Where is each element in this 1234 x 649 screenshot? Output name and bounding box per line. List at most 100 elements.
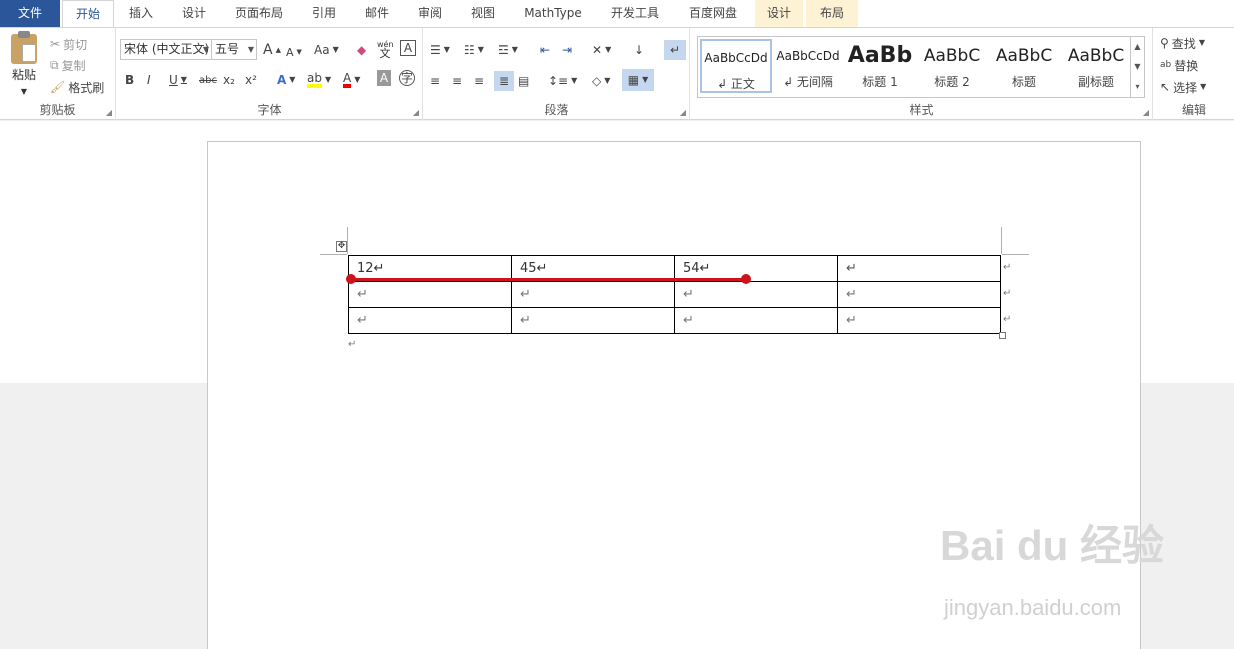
change-case-button[interactable]: Aa ▼ [314,40,339,60]
styles-gallery-scroll[interactable]: ▲ ▼ ▾ [1130,37,1144,97]
table-move-handle-icon[interactable]: ✥ [336,241,347,252]
numbering-button[interactable]: ☷ ▼ [464,40,484,60]
table-resize-handle[interactable] [999,332,1006,339]
chinese-layout-button[interactable]: ✕ ▼ [592,40,611,60]
style-no-spacing[interactable]: AaBbCcDd ↲ 无间隔 [772,39,844,93]
dialog-launcher-icon[interactable]: ◢ [1143,108,1149,117]
more-styles-icon[interactable]: ▾ [1131,77,1144,97]
text-effects-button[interactable]: A ▼ [277,70,295,90]
font-size-combo[interactable]: 五号 ▼ [211,39,257,60]
strikethrough-button[interactable]: abc [199,70,217,90]
scissors-icon: ✂ [50,37,61,51]
clipboard-group: 粘贴 ▼ ✂ 剪切 ⧉ 复制 🖌 格式刷 剪贴板 ◢ [0,28,116,120]
chinese-layout-icon: ✕ [592,43,603,57]
paste-button[interactable]: 粘贴 ▼ [8,31,40,96]
dialog-launcher-icon[interactable]: ◢ [413,108,419,117]
table-cell[interactable]: ↵ [348,307,512,334]
replace-button[interactable]: ab 替换 [1160,55,1198,75]
table-cell[interactable]: ↵ [837,307,1001,334]
tab-table-design[interactable]: 设计 [755,0,803,27]
end-of-row-mark: ↵ [1003,262,1012,273]
shading-button[interactable]: ◇ ▼ [592,71,610,91]
font-group: 宋体 (中文正文) ▼ 五号 ▼ A ▲ A ▼ Aa ▼ ◆ wén 文 A B I U… [117,28,423,120]
style-title[interactable]: AaBbC 标题 [988,39,1060,93]
clear-format-button[interactable]: ◆ [357,40,366,60]
find-button[interactable]: ⚲ 查找 ▼ [1160,33,1205,53]
tab-baidu-netdisk[interactable]: 百度网盘 [682,0,744,27]
distributed-button[interactable]: ▤ [518,71,529,91]
tab-home[interactable]: 开始 [62,0,114,28]
tab-references[interactable]: 引用 [306,0,342,27]
dialog-launcher-icon[interactable]: ◢ [680,108,686,117]
italic-button[interactable]: I [147,70,151,90]
tab-view[interactable]: 视图 [465,0,501,27]
highlight-button[interactable]: ab ▼ [307,70,331,90]
select-button[interactable]: ↖ 选择 ▼ [1160,77,1206,97]
grow-font-button[interactable]: A ▲ [263,40,281,60]
style-subtitle[interactable]: AaBbC 副标题 [1060,39,1132,93]
character-border-button[interactable]: A [400,40,416,56]
crop-mark [320,254,347,255]
superscript-button[interactable]: x² [245,70,257,90]
cut-button[interactable]: ✂ 剪切 [50,34,87,54]
table-cell[interactable]: ↵ [511,307,675,334]
tab-insert[interactable]: 插入 [124,0,158,27]
shrink-font-button[interactable]: A ▼ [286,42,302,62]
editing-group: ⚲ 查找 ▼ ab 替换 ↖ 选择 ▼ 编辑 [1154,28,1234,120]
justify-button[interactable]: ≣ [494,71,514,91]
show-marks-button[interactable]: ↵ [664,40,686,60]
style-heading-1[interactable]: AaBb 标题 1 [844,39,916,93]
font-color-icon: A [343,72,352,88]
decrease-indent-icon: ⇤ [540,43,551,57]
cursor-icon: ↖ [1160,80,1171,94]
format-painter-button[interactable]: 🖌 格式刷 [50,77,104,97]
underline-button[interactable]: U ▼ [169,70,187,90]
table-cell[interactable]: ↵ [837,281,1001,308]
line-spacing-button[interactable]: ↕≡ ▼ [548,71,577,91]
decrease-indent-button[interactable]: ⇤ [540,40,550,60]
align-left-icon: ≡ [430,74,441,88]
align-right-button[interactable]: ≡ [474,71,484,91]
borders-button[interactable]: ▦ ▼ [622,69,654,91]
brush-icon: 🖌 [50,80,66,94]
style-normal[interactable]: AaBbCcDd ↲ 正文 [700,39,772,93]
table-cell[interactable]: ↵ [348,281,512,308]
align-center-button[interactable]: ≡ [452,71,462,91]
bullets-button[interactable]: ☰ ▼ [430,40,450,60]
table-cell[interactable]: ↵ [511,281,675,308]
scroll-up-icon[interactable]: ▲ [1131,37,1144,57]
dialog-launcher-icon[interactable]: ◢ [106,108,112,117]
tab-developer[interactable]: 开发工具 [604,0,666,27]
chevron-down-icon: ▼ [477,45,484,54]
baidu-jingyan-watermark: Bai du 经验 [940,522,1165,569]
line-spacing-icon: ↕≡ [548,74,569,88]
tab-mailings[interactable]: 邮件 [359,0,395,27]
tab-page-layout[interactable]: 页面布局 [230,0,288,27]
character-shading-button[interactable]: A [377,70,391,86]
sort-button[interactable]: ↓ [634,40,644,60]
font-name-combo[interactable]: 宋体 (中文正文) ▼ [120,39,212,60]
bold-button[interactable]: B [125,70,134,90]
enclose-characters-button[interactable]: 字 [399,70,415,86]
tab-review[interactable]: 审阅 [412,0,448,27]
tab-mathtype[interactable]: MathType [518,0,588,27]
align-left-button[interactable]: ≡ [430,71,440,91]
tab-file[interactable]: 文件 [0,0,60,27]
table-cell[interactable]: ↵ [837,255,1001,282]
table-cell[interactable]: ↵ [674,281,838,308]
increase-indent-button[interactable]: ⇥ [562,40,572,60]
multilevel-list-button[interactable]: ☲ ▼ [498,40,518,60]
subscript-button[interactable]: x₂ [223,70,235,90]
tab-table-layout[interactable]: 布局 [806,0,858,27]
chevron-down-icon: ▼ [1200,82,1207,91]
end-of-row-mark: ↵ [1003,314,1012,325]
table-cell[interactable]: ↵ [674,307,838,334]
phonetic-guide-button[interactable]: wén 文 [377,40,394,59]
scroll-down-icon[interactable]: ▼ [1131,57,1144,77]
chevron-down-icon: ▼ [289,75,296,84]
font-color-button[interactable]: A ▼ [343,70,360,90]
style-heading-2[interactable]: AaBbC 标题 2 [916,39,988,93]
tab-design[interactable]: 设计 [176,0,212,27]
chevron-down-icon: ▼ [247,45,254,54]
copy-button[interactable]: ⧉ 复制 [50,55,86,75]
